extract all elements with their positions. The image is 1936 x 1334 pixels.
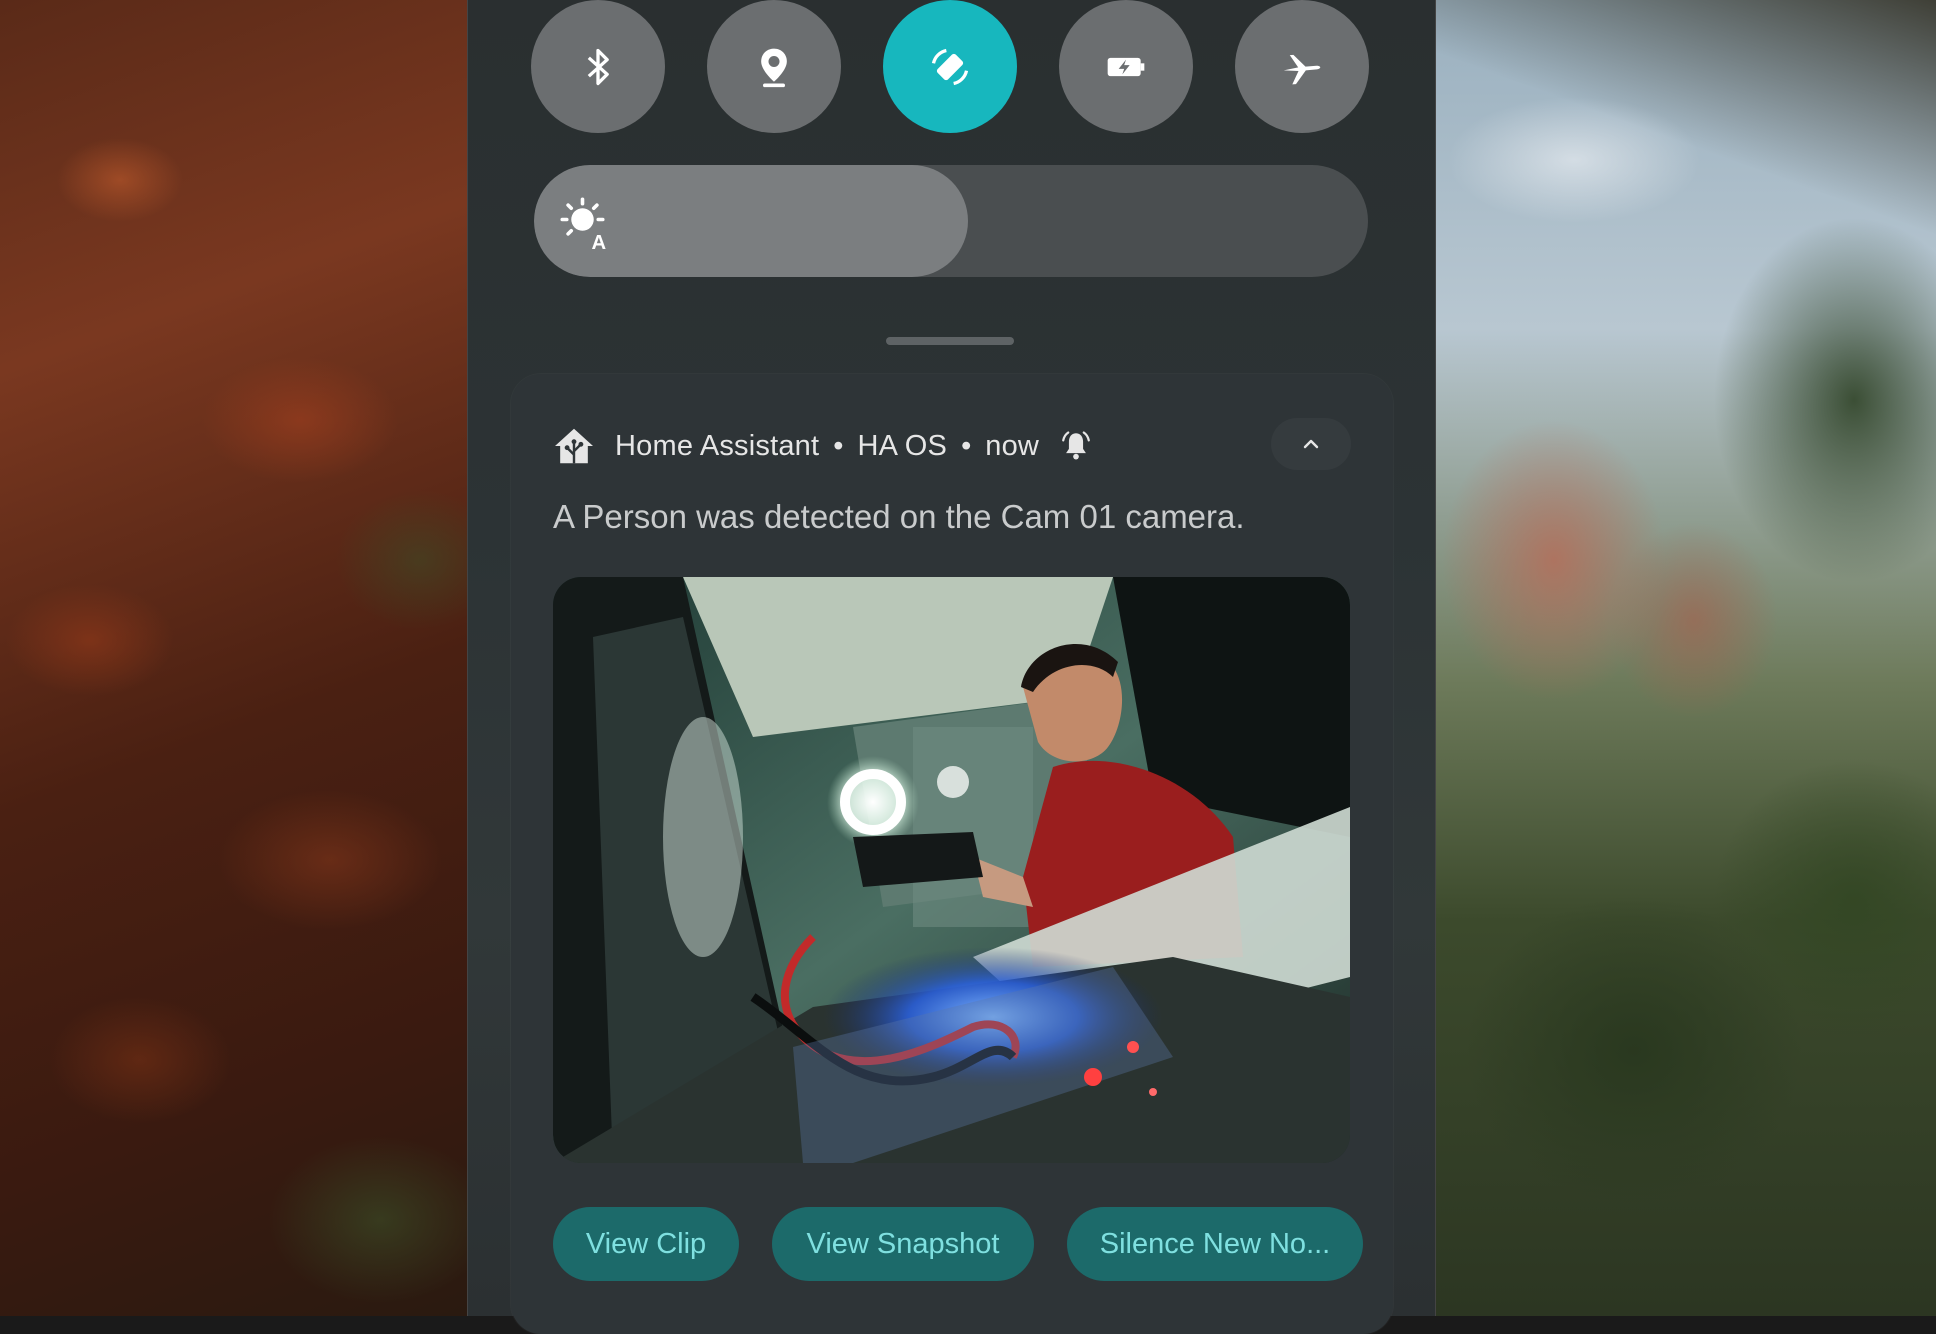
chevron-up-icon [1303, 439, 1319, 449]
app-name: Home Assistant [615, 429, 820, 462]
alert-bell-icon [1062, 431, 1090, 460]
notification-shade: A Home Assistant • HA OS • now A Person … [467, 0, 1436, 1334]
airplane-mode-tile[interactable] [1235, 0, 1369, 133]
view-snapshot-button[interactable]: View Snapshot [772, 1207, 1034, 1281]
view-clip-button[interactable]: View Clip [553, 1207, 739, 1281]
separator-dot: • [833, 429, 844, 462]
wallpaper-left [0, 0, 467, 1316]
separator-dot: • [961, 429, 972, 462]
bluetooth-icon [587, 48, 609, 85]
collapse-button[interactable] [1271, 418, 1351, 470]
wallpaper-right [1434, 0, 1936, 1316]
airplane-icon [1283, 54, 1321, 84]
auto-rotate-tile[interactable] [883, 0, 1017, 133]
battery-saver-tile[interactable] [1059, 0, 1193, 133]
silence-notifications-button[interactable]: Silence New No... [1067, 1207, 1363, 1281]
svg-text:A: A [592, 232, 607, 251]
notification-message: A Person was detected on the Cam 01 came… [553, 498, 1245, 535]
camera-snapshot-image[interactable] [553, 577, 1350, 1163]
notification-header: Home Assistant • HA OS • now [553, 426, 1093, 466]
shade-drag-handle[interactable] [886, 337, 1014, 345]
notification-subtext: HA OS [857, 429, 948, 462]
quick-settings-tiles [531, 0, 1371, 133]
notification-time: now [985, 429, 1040, 462]
auto-brightness-icon: A [560, 197, 607, 251]
location-pin-icon [761, 48, 787, 87]
camera-snapshot-illustration [553, 577, 1350, 1163]
battery-saver-icon [1107, 57, 1145, 76]
notification-card[interactable]: Home Assistant • HA OS • now A Person wa… [511, 374, 1393, 1334]
home-assistant-icon [555, 428, 593, 464]
rotate-icon [931, 48, 969, 85]
notification-actions: View Clip View Snapshot Silence New No..… [553, 1207, 1396, 1281]
location-tile[interactable] [707, 0, 841, 133]
bluetooth-tile[interactable] [531, 0, 665, 133]
brightness-slider[interactable]: A [534, 165, 1368, 277]
